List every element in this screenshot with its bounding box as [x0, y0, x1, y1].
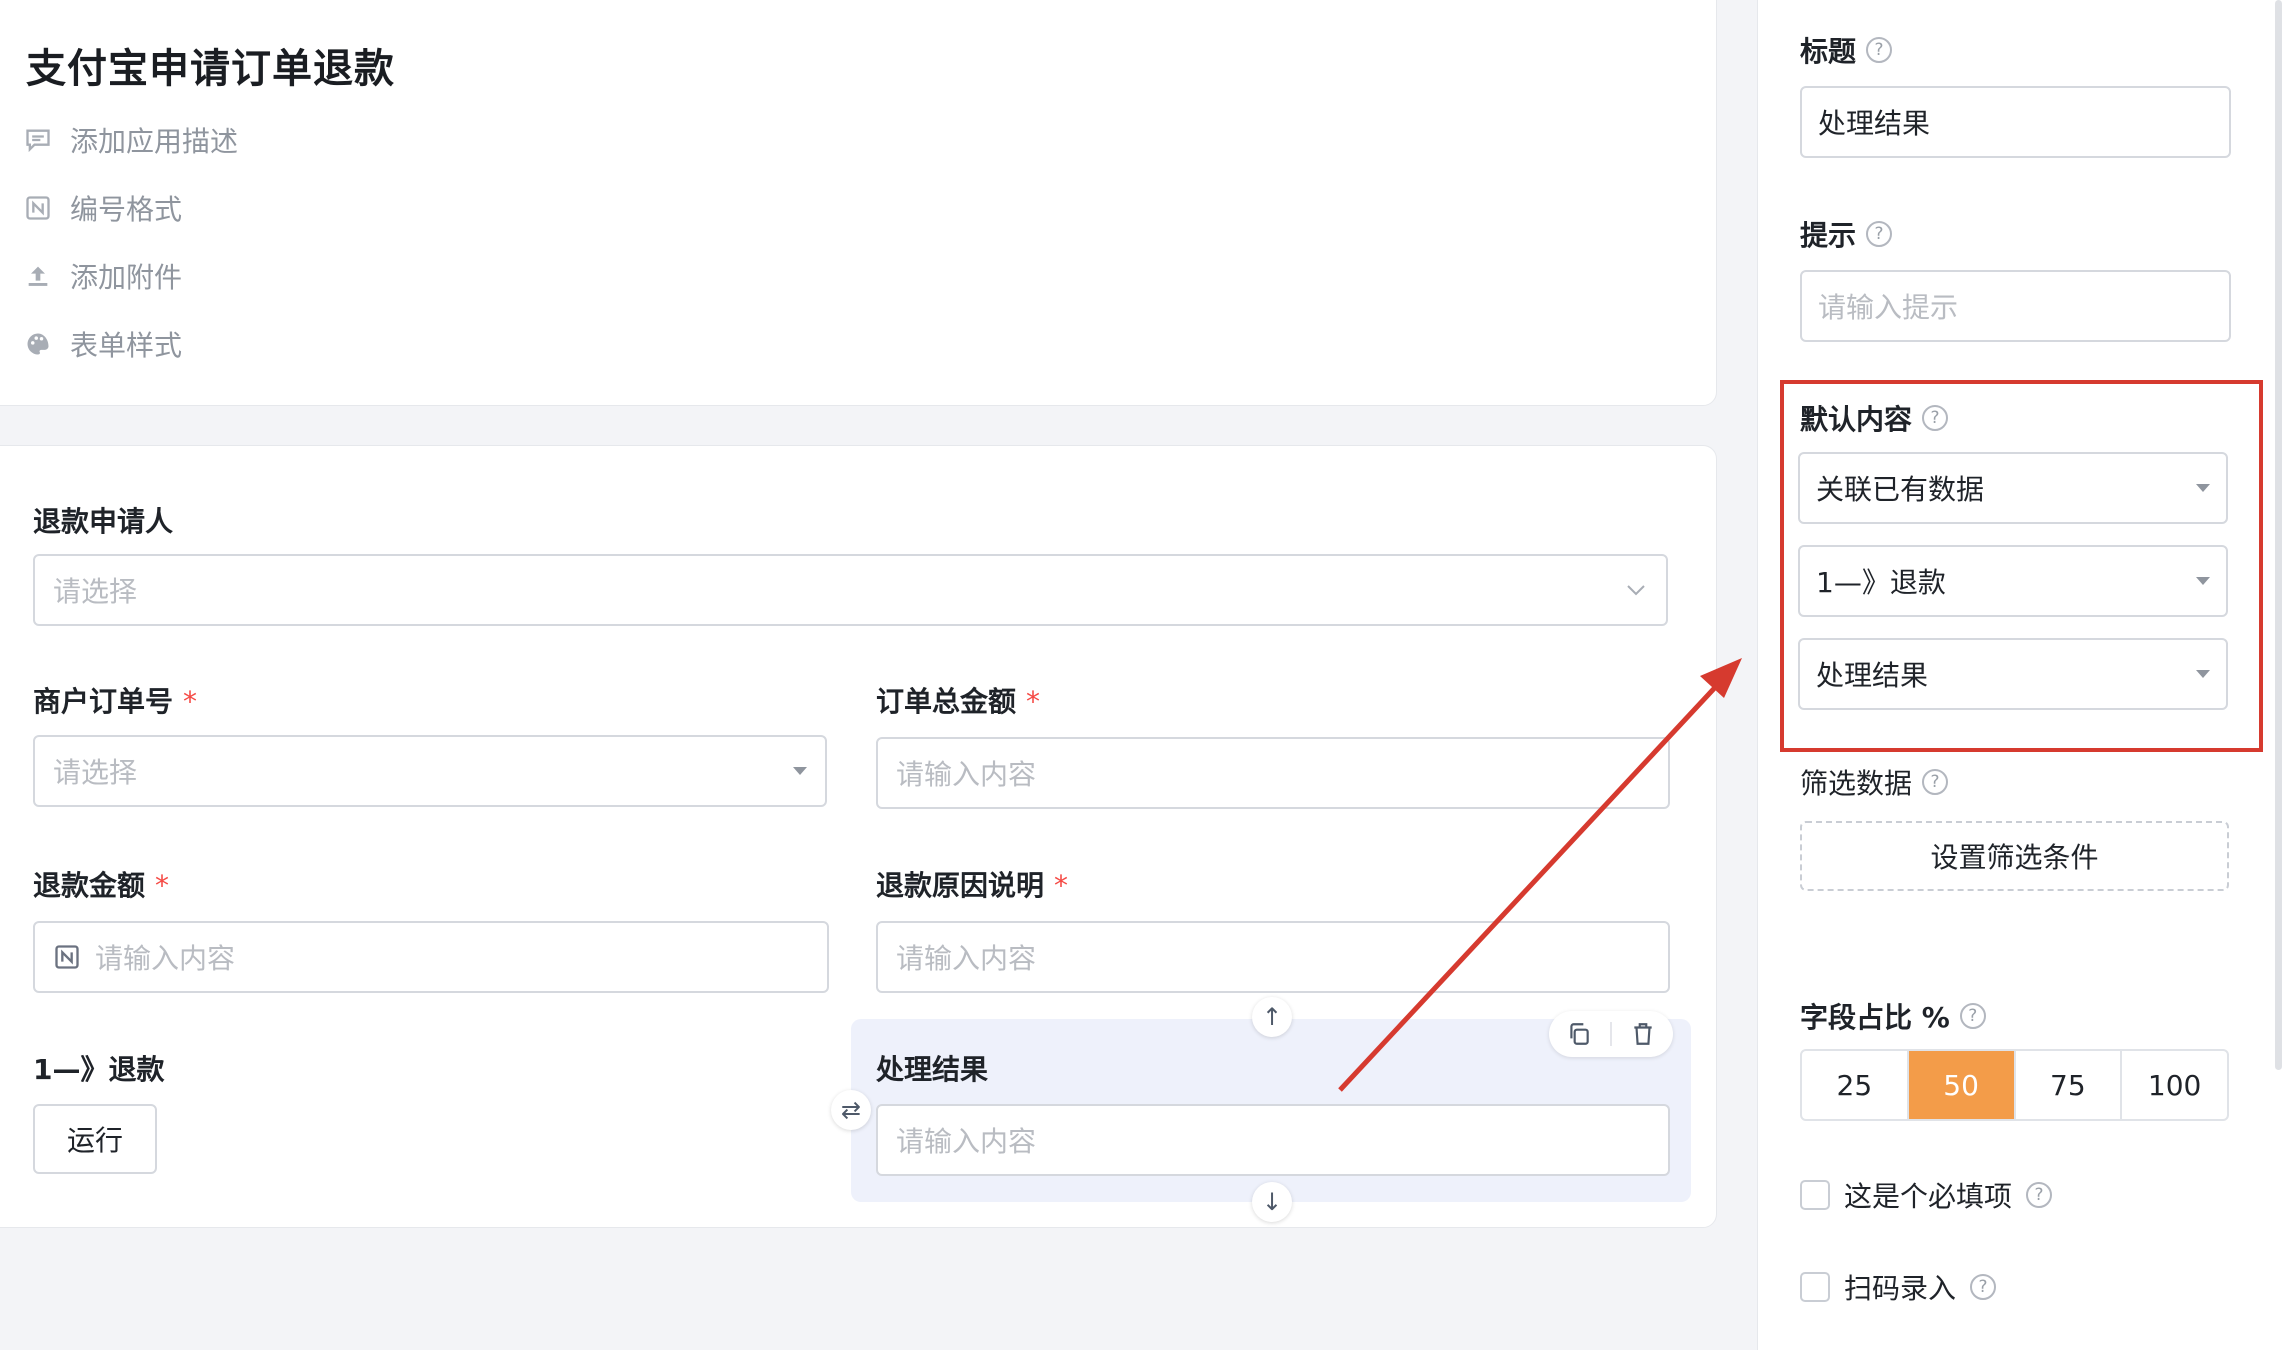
help-icon[interactable]: ? — [1970, 1274, 1997, 1300]
title-prop-value: 处理结果 — [1818, 107, 1931, 140]
help-icon[interactable]: ? — [2026, 1182, 2053, 1208]
arrow-up-icon: ↑ — [1261, 1003, 1283, 1031]
annotation-highlight-box — [1780, 380, 2263, 752]
move-down-button[interactable]: ↓ — [1252, 1182, 1292, 1222]
ratio-option-50[interactable]: 50 — [1908, 1051, 2016, 1119]
panel-scrollbar[interactable] — [2275, 0, 2282, 1070]
refund-reason-label: 退款原因说明 * — [876, 869, 1069, 902]
order-no-placeholder: 请选择 — [53, 756, 138, 789]
comment-icon — [26, 129, 50, 153]
arrow-down-icon: ↓ — [1261, 1188, 1283, 1216]
applicant-placeholder: 请选择 — [53, 575, 138, 608]
refund-reason-placeholder: 请输入内容 — [896, 942, 1037, 975]
order-no-select[interactable]: 请选择 — [33, 735, 827, 807]
hint-prop-label: 提示? — [1800, 214, 1893, 254]
ratio-option-100[interactable]: 100 — [2122, 1051, 2227, 1119]
copy-icon[interactable] — [1566, 1021, 1592, 1047]
result-placeholder: 请输入内容 — [896, 1125, 1037, 1158]
move-up-button[interactable]: ↑ — [1252, 997, 1292, 1037]
field-ratio-segmented: 25 50 75 100 — [1800, 1049, 2229, 1121]
add-attachment-item[interactable]: 添加附件 — [24, 256, 182, 296]
caret-down-icon — [793, 767, 807, 775]
form-style-item[interactable]: 表单样式 — [24, 324, 182, 364]
help-icon[interactable]: ? — [1866, 221, 1893, 247]
applicant-label: 退款申请人 — [33, 505, 174, 538]
swap-button[interactable]: ⇄ — [831, 1090, 871, 1130]
required-checkbox-label: 这是个必填项 — [1844, 1180, 2013, 1213]
number-format-icon — [55, 945, 79, 969]
scan-checkbox[interactable] — [1800, 1272, 1830, 1302]
run-button[interactable]: 运行 — [33, 1104, 157, 1174]
refund-amount-placeholder: 请输入内容 — [95, 942, 236, 975]
refund-reason-input[interactable]: 请输入内容 — [876, 921, 1670, 993]
meta-label: 添加应用描述 — [70, 125, 239, 158]
scan-checkbox-label: 扫码录入 — [1844, 1272, 1957, 1305]
result-label: 处理结果 — [876, 1053, 989, 1086]
refund-amount-input[interactable]: 请输入内容 — [33, 921, 829, 993]
ratio-option-25[interactable]: 25 — [1802, 1051, 1909, 1119]
chevron-down-icon — [1627, 585, 1645, 596]
app-title[interactable]: 支付宝申请订单退款 — [26, 36, 395, 94]
meta-label: 添加附件 — [70, 261, 183, 294]
delete-icon[interactable] — [1630, 1021, 1656, 1047]
result-input[interactable]: 请输入内容 — [876, 1104, 1670, 1176]
number-format-icon — [26, 196, 50, 220]
upload-icon — [28, 266, 48, 286]
set-filter-button[interactable]: 设置筛选条件 — [1800, 821, 2229, 891]
hint-prop-placeholder: 请输入提示 — [1818, 291, 1959, 324]
block-toolbar — [1549, 1011, 1673, 1057]
swap-icon: ⇄ — [840, 1096, 862, 1124]
order-total-placeholder: 请输入内容 — [896, 758, 1037, 791]
help-icon[interactable]: ? — [1959, 1003, 1986, 1029]
order-no-label: 商户订单号 * — [33, 685, 198, 718]
required-checkbox[interactable] — [1800, 1180, 1830, 1210]
palette-icon — [27, 333, 49, 355]
required-checkbox-row[interactable]: 这是个必填项 ? — [1800, 1175, 2053, 1215]
scan-checkbox-row[interactable]: 扫码录入 ? — [1800, 1267, 1997, 1307]
add-description-item[interactable]: 添加应用描述 — [24, 120, 238, 160]
ratio-option-75[interactable]: 75 — [2016, 1051, 2123, 1119]
title-prop-input[interactable]: 处理结果 — [1800, 86, 2231, 158]
number-format-item[interactable]: 编号格式 — [24, 188, 182, 228]
help-icon[interactable]: ? — [1922, 769, 1949, 795]
meta-label: 编号格式 — [70, 193, 183, 226]
refund-amount-label: 退款金额 * — [33, 869, 170, 902]
order-total-input[interactable]: 请输入内容 — [876, 737, 1670, 809]
refund-step-label: 1—》退款 — [33, 1053, 165, 1086]
order-total-label: 订单总金额 * — [876, 685, 1041, 718]
hint-prop-input[interactable]: 请输入提示 — [1800, 270, 2231, 342]
meta-label: 表单样式 — [70, 329, 183, 362]
toolbar-divider — [1610, 1022, 1612, 1046]
applicant-select[interactable]: 请选择 — [33, 554, 1668, 626]
help-icon[interactable]: ? — [1866, 37, 1893, 63]
title-prop-label: 标题? — [1800, 30, 1893, 70]
field-ratio-label: 字段占比 %? — [1800, 996, 1986, 1036]
filter-data-label: 筛选数据? — [1800, 762, 1949, 802]
